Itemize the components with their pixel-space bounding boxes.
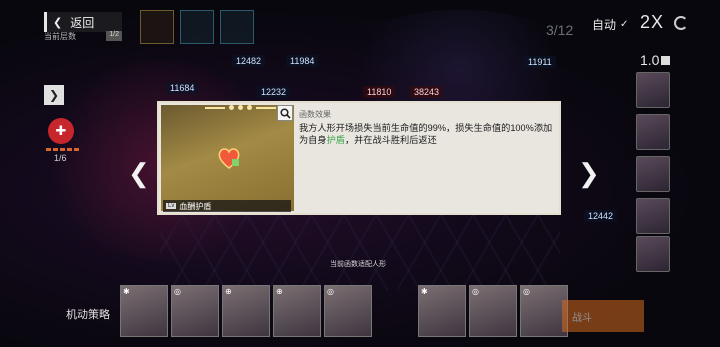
- function-slot-icon[interactable]: [140, 10, 174, 44]
- hp-tag: 11984: [286, 55, 319, 67]
- item-level-badge: Lv: [166, 203, 177, 209]
- hp-tag: 11911: [524, 56, 556, 68]
- unit-card[interactable]: ◎: [520, 285, 568, 337]
- chevron-right-icon: ❯: [48, 88, 60, 102]
- class-icon: ◎: [327, 287, 334, 296]
- function-name: 血酬护盾: [179, 201, 212, 211]
- unit-portrait[interactable]: [636, 114, 670, 150]
- start-battle-button[interactable]: 战斗: [562, 300, 644, 332]
- expand-panel-button[interactable]: ❯: [44, 85, 64, 105]
- class-icon: ◎: [523, 287, 530, 296]
- unit-card-row: ✱ ◎ ◎: [418, 285, 568, 337]
- class-icon: ◎: [472, 287, 479, 296]
- unit-portrait[interactable]: [636, 236, 670, 272]
- auto-label: 自动: [592, 18, 617, 32]
- class-icon: ✱: [123, 287, 130, 296]
- previous-arrow-icon[interactable]: ❮: [128, 158, 150, 189]
- zoom-button[interactable]: [277, 105, 293, 121]
- unit-card[interactable]: ◎: [324, 285, 372, 337]
- function-slot-icon[interactable]: [220, 10, 254, 44]
- function-slot-icon[interactable]: [180, 10, 214, 44]
- auto-toggle[interactable]: 自动 ✓: [592, 16, 628, 33]
- hp-tag: 11684: [166, 82, 199, 94]
- heart-shield-icon: [218, 148, 240, 169]
- item-medkit-icon[interactable]: ✚: [48, 118, 74, 144]
- next-arrow-icon[interactable]: ❯: [578, 158, 600, 189]
- unit-portrait[interactable]: [636, 72, 670, 108]
- unit-card-row: ✱ ◎ ⊕ ⊕ ◎: [120, 285, 372, 337]
- class-icon: ✱: [421, 287, 428, 296]
- magnifier-icon: [279, 107, 291, 119]
- back-label: 返回: [70, 15, 95, 30]
- unit-card[interactable]: ✱: [120, 285, 168, 337]
- hp-tag: 12442: [584, 210, 618, 222]
- decorative-dots: [205, 105, 276, 110]
- current-layer-label: 当前层数: [44, 32, 76, 41]
- start-label: 战斗: [572, 312, 592, 324]
- description-text: ，并在战斗胜利后返还: [344, 135, 437, 145]
- class-icon: ⊕: [225, 287, 232, 296]
- round-counter: 3/12: [546, 22, 574, 38]
- unit-card[interactable]: ⊕: [222, 285, 270, 337]
- chevron-left-icon: ❮: [53, 16, 63, 29]
- square-icon: [661, 56, 671, 65]
- hp-tag: 12232: [257, 86, 291, 98]
- function-detail-modal: Lv 血酬护盾 函数效果 我方人形开场损失当前生命值的99%，损失生命值的100…: [157, 101, 561, 215]
- check-icon: ✓: [620, 19, 629, 30]
- section-title: 函数效果: [299, 110, 331, 119]
- highlight-keyword: 护盾: [326, 135, 345, 145]
- function-description-area: 函数效果 我方人形开场损失当前生命值的99%，损失生命值的100%添加为自身护盾…: [299, 109, 554, 146]
- version-label: 1.0: [640, 52, 671, 68]
- back-button[interactable]: ❮ 返回: [44, 12, 122, 32]
- current-layer-value: 1/2: [106, 31, 122, 41]
- hp-tag: 38243: [410, 86, 444, 98]
- unit-portrait[interactable]: [636, 156, 670, 192]
- unit-portrait[interactable]: [636, 198, 670, 234]
- function-description: 我方人形开场损失当前生命值的99%，损失生命值的100%添加为自身护盾，并在战斗…: [299, 122, 554, 146]
- unit-card[interactable]: ◎: [171, 285, 219, 337]
- item-charge-bar: [46, 148, 79, 151]
- item-count: 1/6: [54, 153, 67, 163]
- refresh-icon[interactable]: [674, 16, 688, 30]
- speed-toggle[interactable]: 2X: [640, 12, 664, 33]
- unit-card[interactable]: ✱: [418, 285, 466, 337]
- top-function-icons: [140, 10, 254, 44]
- hp-tag: 11810: [363, 86, 396, 98]
- class-icon: ◎: [174, 287, 181, 296]
- adapted-units-caption: 当前函数适配人形: [330, 261, 386, 268]
- unit-card[interactable]: ⊕: [273, 285, 321, 337]
- version-value: 1.0: [640, 52, 660, 68]
- hp-tag: 12482: [232, 55, 266, 67]
- strategy-label[interactable]: 机动策略: [66, 306, 110, 322]
- current-layer: 当前层数 1/2: [44, 31, 122, 41]
- function-name-bar: Lv 血酬护盾: [163, 200, 291, 212]
- function-card-art: Lv 血酬护盾: [161, 105, 294, 212]
- class-icon: ⊕: [276, 287, 283, 296]
- unit-card[interactable]: ◎: [469, 285, 517, 337]
